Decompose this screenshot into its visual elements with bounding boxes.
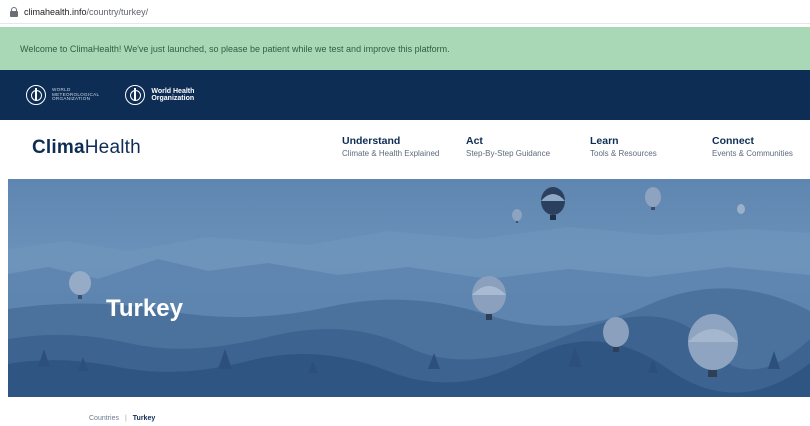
nav-understand[interactable]: Understand Climate & Health Explained xyxy=(342,135,439,158)
who-name: World Health Organization xyxy=(151,88,194,103)
breadcrumb: Countries | Turkey xyxy=(89,415,155,422)
who-logo[interactable]: World Health Organization xyxy=(125,85,194,105)
lock-icon xyxy=(10,6,18,17)
nav-connect-subtitle: Events & Communities xyxy=(712,149,793,158)
browser-url-bar[interactable]: climahealth.info/country/turkey/ xyxy=(0,0,810,24)
launch-notice-banner: Welcome to ClimaHealth! We've just launc… xyxy=(0,27,810,70)
breadcrumb-separator: | xyxy=(124,415,127,422)
climahealth-logo[interactable]: ClimaHealth xyxy=(32,137,141,159)
url-host: climahealth.info xyxy=(24,6,87,17)
nav-act[interactable]: Act Step-By-Step Guidance xyxy=(466,135,550,158)
who-emblem-icon xyxy=(125,85,146,105)
logo-bold-text: Clima xyxy=(32,137,85,158)
site-header: ClimaHealth Understand Climate & Health … xyxy=(0,120,810,178)
hero-banner: Turkey xyxy=(8,179,810,397)
wmo-name: WORLD METEOROLOGICAL ORGANIZATION xyxy=(52,87,99,102)
nav-act-subtitle: Step-By-Step Guidance xyxy=(466,149,551,158)
nav-learn-title: Learn xyxy=(590,135,619,147)
breadcrumb-current: Turkey xyxy=(132,415,156,422)
logo-regular-text: Health xyxy=(84,137,141,158)
who-name-line-1: World Health xyxy=(151,87,195,95)
hot-air-balloon xyxy=(512,209,522,223)
nav-understand-subtitle: Climate & Health Explained xyxy=(342,149,440,158)
wmo-emblem-icon xyxy=(26,85,46,105)
wmo-name-line-3: ORGANIZATION xyxy=(52,96,91,102)
hot-air-balloon xyxy=(737,204,745,214)
url-path: /country/turkey/ xyxy=(86,6,149,17)
hero-landscape-image xyxy=(8,187,810,397)
wmo-logo[interactable]: WORLD METEOROLOGICAL ORGANIZATION xyxy=(26,85,99,105)
nav-connect[interactable]: Connect Events & Communities xyxy=(712,135,793,158)
partner-org-bar: WORLD METEOROLOGICAL ORGANIZATION World … xyxy=(0,70,810,120)
launch-notice-text: Welcome to ClimaHealth! We've just launc… xyxy=(20,43,450,54)
hot-air-balloon xyxy=(541,187,565,220)
breadcrumb-countries-link[interactable]: Countries xyxy=(89,415,119,422)
hot-air-balloon xyxy=(645,187,661,210)
nav-connect-title: Connect xyxy=(712,135,754,147)
nav-learn-subtitle: Tools & Resources xyxy=(590,149,657,158)
nav-act-title: Act xyxy=(466,135,483,147)
nav-understand-title: Understand xyxy=(342,135,401,147)
url-text[interactable]: climahealth.info/country/turkey/ xyxy=(24,7,148,17)
who-name-line-2: Organization xyxy=(151,95,195,102)
country-title: Turkey xyxy=(106,295,183,322)
nav-learn[interactable]: Learn Tools & Resources xyxy=(590,135,657,158)
